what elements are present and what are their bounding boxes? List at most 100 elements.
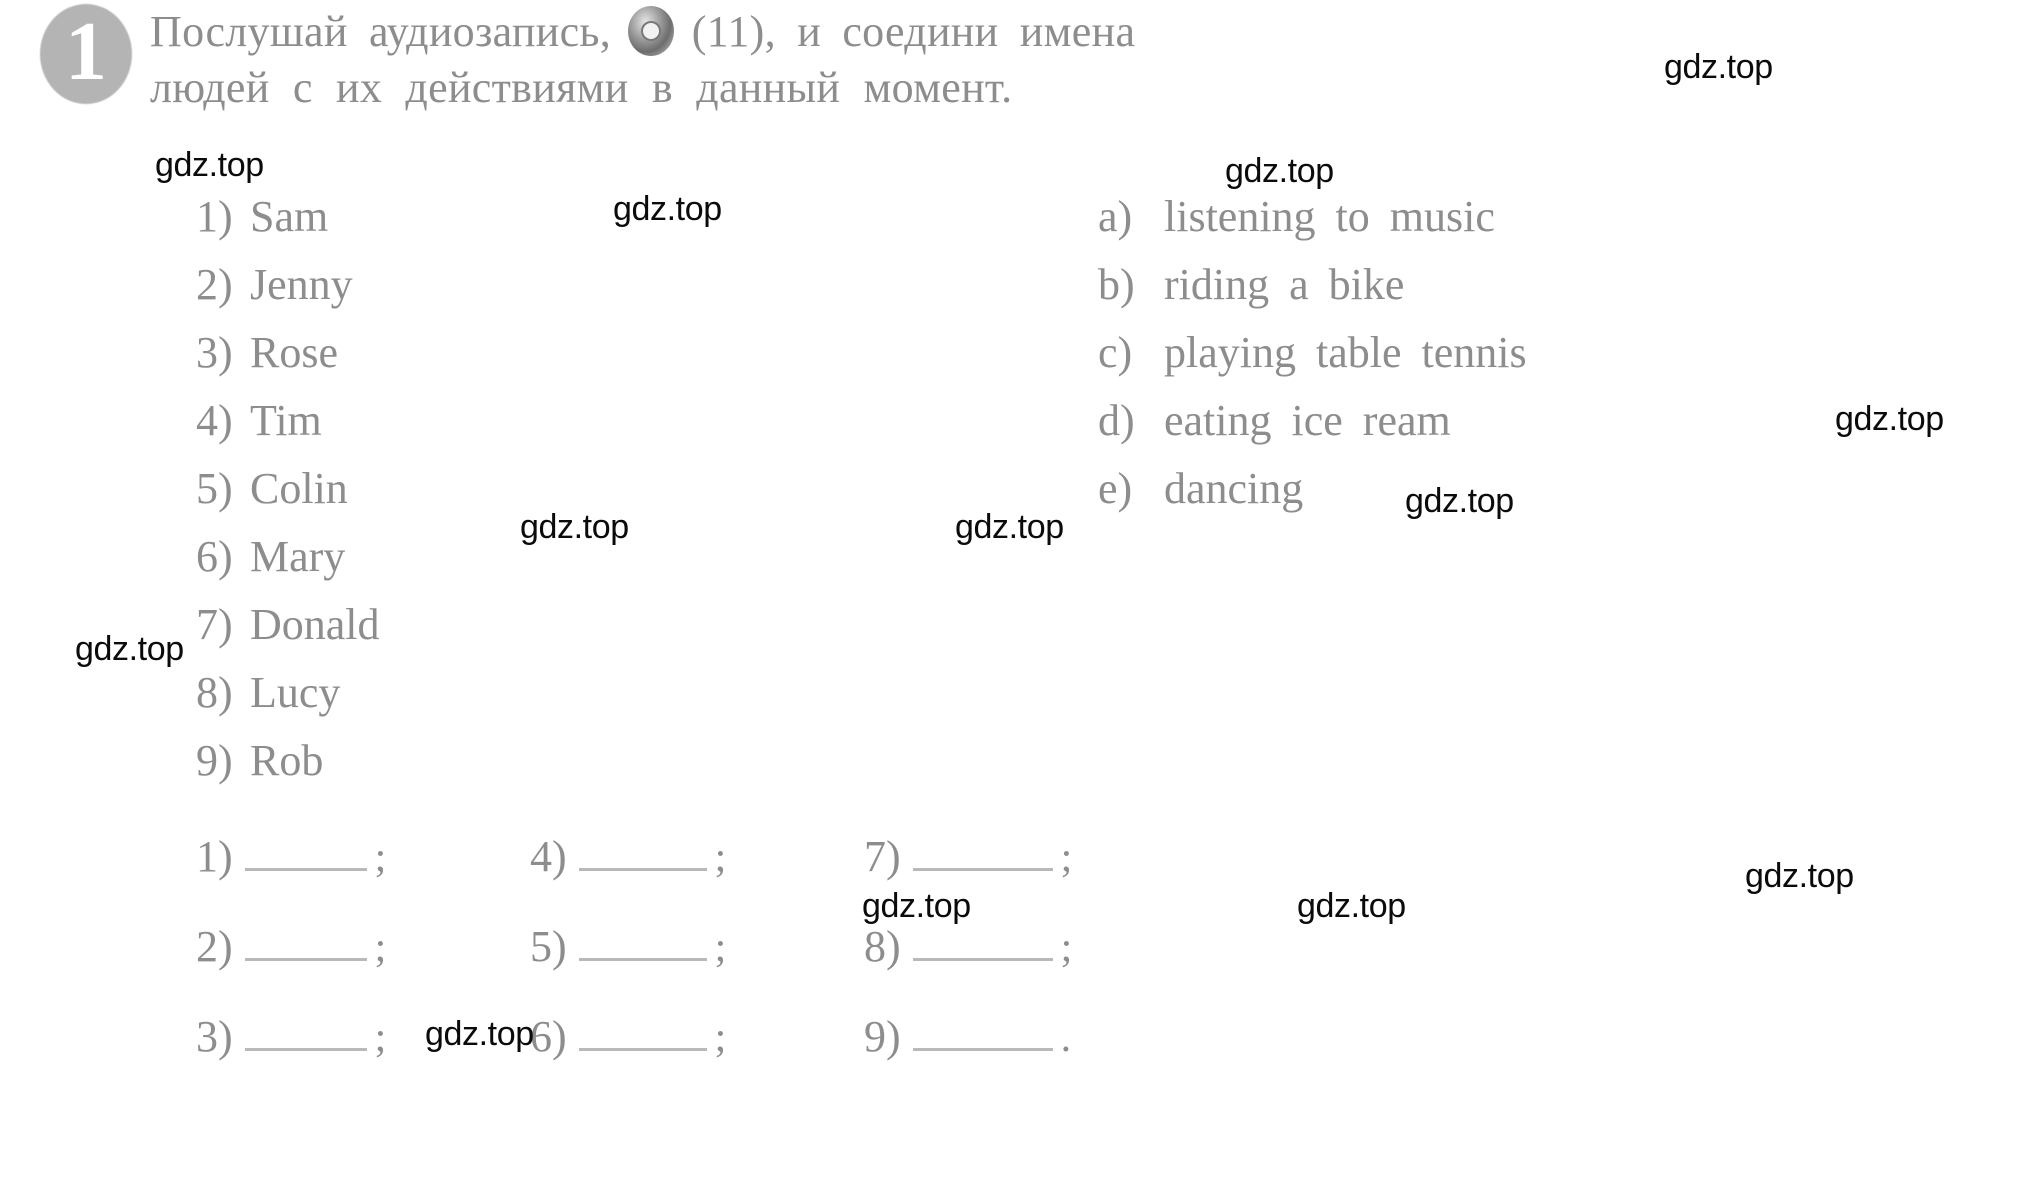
list-item-label: eating ice ream [1164, 396, 1451, 445]
list-item: b) riding a bike [1098, 251, 1527, 319]
answer-grid: 1) ; 4) ; 7) ; 2) ; 5) ; 8) ; 3) ; 6) ; … [196, 828, 1396, 1098]
watermark-label: gdz.top [1405, 482, 1514, 520]
answer-blank-input[interactable] [912, 828, 1053, 871]
instruction-text: Послушай аудиозапись, (11), и соедини им… [150, 4, 1530, 116]
activities-list: a) listening to music b) riding a bike c) p… [1098, 183, 1527, 523]
watermark-label: gdz.top [1835, 400, 1944, 438]
watermark-label: gdz.top [862, 887, 971, 925]
answer-punctuation: . [1060, 1015, 1072, 1061]
answer-row: 3) ; 6) ; 9) . [196, 1008, 1396, 1098]
answer-marker: 7) [864, 832, 901, 881]
list-item-label: Mary [250, 532, 346, 581]
list-item-label: Rose [250, 328, 338, 377]
answer-blank-input[interactable] [912, 1008, 1053, 1051]
names-list: 1) Sam 2) Jenny 3) Rose 4) Tim 5) Colin 6) Mar… [196, 183, 380, 795]
answer-punctuation: ; [714, 1015, 727, 1061]
watermark-label: gdz.top [1745, 857, 1854, 895]
answer-marker: 4) [530, 832, 567, 881]
answer-marker: 1) [196, 832, 233, 881]
list-item: d) eating ice ream [1098, 387, 1527, 455]
list-item-marker: 8) [196, 668, 233, 717]
answer-blank-input[interactable] [578, 828, 707, 871]
list-item: 3) Rose [196, 319, 380, 387]
list-item-marker: 2) [196, 260, 233, 309]
answer-marker: 2) [196, 922, 233, 971]
watermark-label: gdz.top [1297, 887, 1406, 925]
list-item: 1) Sam [196, 183, 380, 251]
list-item-label: Donald [250, 600, 380, 649]
list-item-label: listening to music [1164, 192, 1495, 241]
list-item-marker: a) [1098, 192, 1133, 241]
list-item-label: Rob [250, 736, 324, 785]
answer-cell: 7) ; [864, 828, 1204, 887]
worksheet-page: 1 Послушай аудиозапись, (11), и соедини … [0, 0, 2039, 1183]
answer-blank-input[interactable] [578, 1008, 707, 1051]
answer-punctuation: ; [714, 835, 727, 881]
answer-cell: 5) ; [530, 918, 864, 977]
list-item: 6) Mary [196, 523, 380, 591]
list-item-label: Lucy [250, 668, 341, 717]
answer-blank-input[interactable] [244, 828, 367, 871]
list-item-label: Sam [250, 192, 329, 241]
list-item-marker: b) [1098, 260, 1135, 309]
answer-punctuation: ; [1060, 835, 1073, 881]
list-item: 2) Jenny [196, 251, 380, 319]
answer-blank-input[interactable] [244, 1008, 367, 1051]
cd-disc-icon [628, 6, 675, 56]
instruction-part-2: (11), и соедини имена [691, 7, 1136, 56]
answer-marker: 8) [864, 922, 901, 971]
watermark-label: gdz.top [425, 1015, 534, 1053]
watermark-label: gdz.top [155, 146, 264, 184]
list-item-label: riding a bike [1164, 260, 1405, 309]
answer-blank-input[interactable] [244, 918, 367, 961]
list-item: 7) Donald [196, 591, 380, 659]
list-item-marker: 3) [196, 328, 233, 377]
answer-cell: 2) ; [196, 918, 530, 977]
list-item-marker: 7) [196, 600, 233, 649]
answer-cell: 9) . [864, 1008, 1204, 1067]
list-item-marker: 4) [196, 396, 233, 445]
watermark-label: gdz.top [75, 630, 184, 668]
watermark-label: gdz.top [955, 508, 1064, 546]
answer-cell: 1) ; [196, 828, 530, 887]
exercise-number-badge: 1 [36, 2, 136, 106]
answer-cell: 4) ; [530, 828, 864, 887]
list-item: a) listening to music [1098, 183, 1527, 251]
list-item-marker: 6) [196, 532, 233, 581]
answer-punctuation: ; [374, 925, 387, 971]
watermark-label: gdz.top [520, 508, 629, 546]
instruction-part-1: Послушай аудиозапись, [150, 7, 612, 56]
answer-punctuation: ; [714, 925, 727, 971]
list-item: 5) Colin [196, 455, 380, 523]
list-item-marker: e) [1098, 464, 1133, 513]
list-item-marker: 1) [196, 192, 233, 241]
list-item: c) playing table tennis [1098, 319, 1527, 387]
list-item: 9) Rob [196, 727, 380, 795]
list-item-marker: 9) [196, 736, 233, 785]
list-item-marker: d) [1098, 396, 1135, 445]
answer-row: 1) ; 4) ; 7) ; [196, 828, 1396, 918]
watermark-label: gdz.top [613, 190, 722, 228]
watermark-label: gdz.top [1225, 152, 1334, 190]
answer-punctuation: ; [374, 835, 387, 881]
answer-blank-input[interactable] [578, 918, 707, 961]
answer-marker: 5) [530, 922, 567, 971]
answer-marker: 6) [530, 1012, 567, 1061]
answer-row: 2) ; 5) ; 8) ; [196, 918, 1396, 1008]
answer-punctuation: ; [1060, 925, 1073, 971]
instruction-line-2: людей с их действиями в данный момент. [150, 63, 1013, 112]
list-item: 8) Lucy [196, 659, 380, 727]
list-item-label: Tim [250, 396, 322, 445]
watermark-label: gdz.top [1664, 48, 1773, 86]
answer-marker: 3) [196, 1012, 233, 1061]
list-item-marker: c) [1098, 328, 1133, 377]
list-item-label: playing table tennis [1164, 328, 1527, 377]
list-item-label: dancing [1164, 464, 1304, 513]
list-item-label: Colin [250, 464, 348, 513]
list-item: 4) Tim [196, 387, 380, 455]
list-item-marker: 5) [196, 464, 233, 513]
answer-cell: 8) ; [864, 918, 1204, 977]
exercise-number: 1 [65, 5, 107, 98]
list-item-label: Jenny [250, 260, 353, 309]
answer-cell: 6) ; [530, 1008, 864, 1067]
